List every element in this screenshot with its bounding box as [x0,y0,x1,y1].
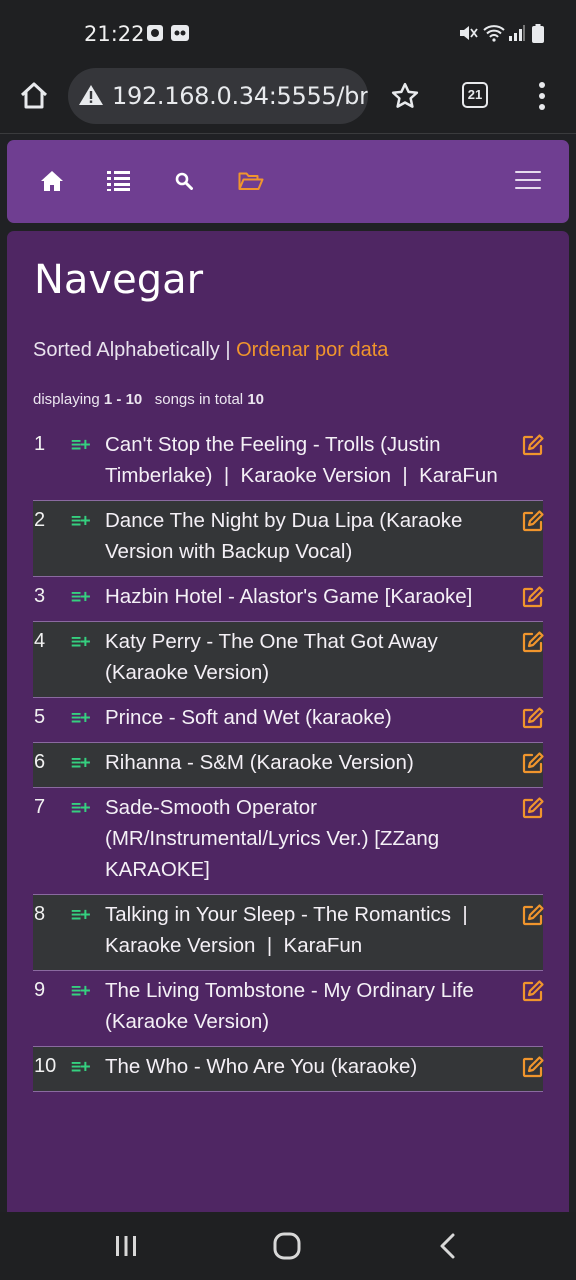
song-row: 3 ≡+ Hazbin Hotel - Alastor's Game [Karaok… [33,577,545,622]
edit-icon[interactable] [521,903,545,927]
add-to-queue-icon[interactable]: ≡+ [71,1057,91,1077]
signal-icon [508,24,526,47]
edit-icon[interactable] [521,796,545,820]
recent-apps-icon[interactable] [114,1234,138,1263]
bookmark-star-icon[interactable] [390,81,420,116]
edit-icon[interactable] [521,630,545,654]
app-navbar [7,140,569,223]
song-title[interactable]: Rihanna - S&M (Karaoke Version) [105,747,543,778]
edit-icon[interactable] [521,751,545,775]
song-title[interactable]: Katy Perry - The One That Got Away (Kara… [105,626,543,688]
song-row: 4 ≡+ Katy Perry - The One That Got Away (K… [33,622,545,698]
page-title: Navegar [34,257,204,303]
browser-toolbar: 192.168.0.34:5555/brc 21 [0,64,576,134]
browse-panel: Navegar Sorted Alphabetically | Ordenar … [7,231,569,1231]
wifi-icon [483,24,505,47]
add-to-queue-icon[interactable]: ≡+ [71,981,91,1001]
back-icon[interactable] [438,1232,458,1265]
search-icon[interactable] [175,172,193,195]
song-title[interactable]: Hazbin Hotel - Alastor's Game [Karaoke] [105,581,543,612]
song-count: displaying 1 - 10 songs in total 10 [33,391,264,408]
menu-icon[interactable] [515,171,541,191]
song-row: 2 ≡+ Dance The Night by Dua Lipa (Karaoke … [33,501,545,577]
folder-open-icon[interactable] [238,171,264,196]
song-title[interactable]: Talking in Your Sleep - The Romantics | … [105,899,543,961]
song-row: 9 ≡+ The Living Tombstone - My Ordinary Li… [33,971,545,1047]
song-title[interactable]: Can't Stop the Feeling - Trolls (Justin … [105,429,543,491]
sort-current-label: Sorted Alphabetically [33,339,220,361]
sort-options: Sorted Alphabetically | Ordenar por data [33,339,388,362]
song-number: 3 [34,585,46,607]
song-title[interactable]: Prince - Soft and Wet (karaoke) [105,702,543,733]
song-number: 8 [34,903,46,925]
song-number: 2 [34,509,46,531]
system-navigation-bar [0,1212,576,1280]
tab-switcher-button[interactable]: 21 [462,82,488,108]
count-mid: songs in total [142,391,248,408]
song-number: 6 [34,751,46,773]
song-number: 1 [34,433,46,455]
song-row: 5 ≡+ Prince - Soft and Wet (karaoke) [33,698,545,743]
song-row: 8 ≡+ Talking in Your Sleep - The Romantics… [33,895,545,971]
song-number: 9 [34,979,46,1001]
song-row: 7 ≡+ Sade-Smooth Operator (MR/Instrumental… [33,788,545,895]
song-list: 1 ≡+ Can't Stop the Feeling - Trolls (Just… [33,425,545,1092]
address-bar[interactable]: 192.168.0.34:5555/brc [68,68,368,124]
count-range: 1 - 10 [103,391,143,408]
mute-icon [458,24,478,47]
voicemail-icon [170,24,190,47]
not-secure-warning-icon[interactable] [78,83,104,112]
sort-by-date-link[interactable]: Ordenar por data [236,339,388,361]
song-title[interactable]: The Who - Who Are You (karaoke) [105,1051,543,1082]
notification-icon [146,24,164,47]
sort-separator: | [219,339,237,361]
home-icon[interactable] [18,80,50,112]
add-to-queue-icon[interactable]: ≡+ [71,435,91,455]
home-icon[interactable] [40,170,64,197]
song-row: 6 ≡+ Rihanna - S&M (Karaoke Version) [33,743,545,788]
song-row: 1 ≡+ Can't Stop the Feeling - Trolls (Just… [33,425,545,501]
add-to-queue-icon[interactable]: ≡+ [71,511,91,531]
count-total: 10 [247,391,264,408]
browser-menu-icon[interactable] [532,80,552,112]
edit-icon[interactable] [521,585,545,609]
add-to-queue-icon[interactable]: ≡+ [71,905,91,925]
list-icon[interactable] [107,170,131,197]
song-number: 10 [34,1055,57,1077]
edit-icon[interactable] [521,433,545,457]
status-bar: 21:22 [0,0,576,64]
edit-icon[interactable] [521,509,545,533]
add-to-queue-icon[interactable]: ≡+ [71,708,91,728]
url-text[interactable]: 192.168.0.34:5555/brc [112,82,368,110]
status-time: 21:22 [84,22,145,46]
home-button-icon[interactable] [273,1232,301,1265]
add-to-queue-icon[interactable]: ≡+ [71,632,91,652]
song-number: 5 [34,706,46,728]
add-to-queue-icon[interactable]: ≡+ [71,753,91,773]
edit-icon[interactable] [521,706,545,730]
edit-icon[interactable] [521,1055,545,1079]
song-title[interactable]: Sade-Smooth Operator (MR/Instrumental/Ly… [105,792,543,885]
add-to-queue-icon[interactable]: ≡+ [71,587,91,607]
song-title[interactable]: Dance The Night by Dua Lipa (Karaoke Ver… [105,505,543,567]
song-title[interactable]: The Living Tombstone - My Ordinary Life … [105,975,543,1037]
add-to-queue-icon[interactable]: ≡+ [71,798,91,818]
edit-icon[interactable] [521,979,545,1003]
song-number: 4 [34,630,46,652]
song-number: 7 [34,796,46,818]
battery-icon [532,24,544,49]
song-row: 10 ≡+ The Who - Who Are You (karaoke) [33,1047,545,1092]
count-prefix: displaying [33,391,104,408]
